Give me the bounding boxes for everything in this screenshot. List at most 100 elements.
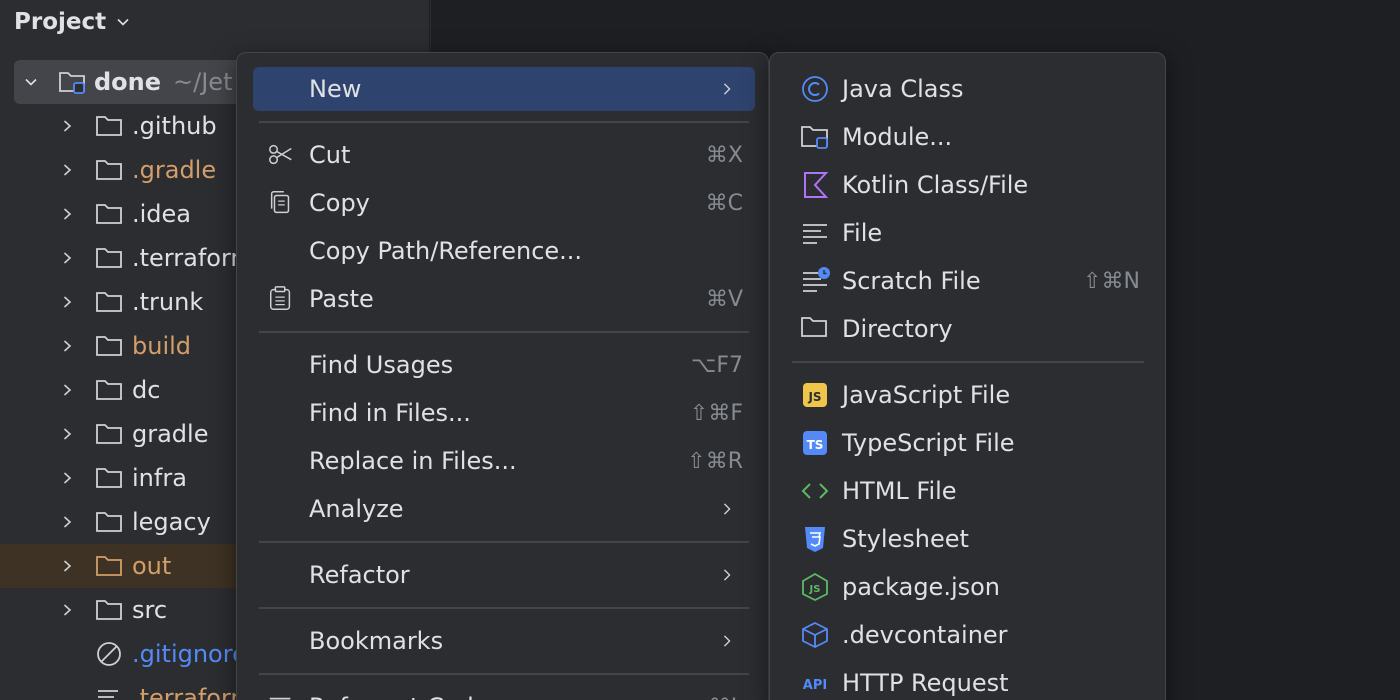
menu-item-label: Reformat Code [309, 693, 489, 700]
submenu-item-label: package.json [842, 573, 1001, 601]
menu-item-find-usages[interactable]: Find Usages ⌥F7 [253, 343, 755, 387]
tree-row-label: build [132, 332, 192, 360]
menu-item-replace-in-files[interactable]: Replace in Files... ⇧⌘R [253, 439, 755, 483]
menu-item-paste[interactable]: Paste ⌘V [253, 277, 755, 321]
reformat-icon [269, 697, 291, 700]
nodejs-icon: JS [802, 572, 828, 602]
menu-item-shortcut: ⌥F7 [690, 352, 743, 378]
ignored-file-icon [97, 642, 121, 666]
submenu-item-typescript-file[interactable]: TS TypeScript File [786, 421, 1152, 465]
chevron-right-icon[interactable] [60, 471, 74, 485]
text-file-icon [98, 690, 118, 698]
submenu-item-stylesheet[interactable]: Stylesheet [786, 517, 1152, 561]
submenu-item-file[interactable]: File [786, 211, 1152, 255]
submenu-item-http-request[interactable]: API HTTP Request [786, 661, 1152, 700]
menu-item-copy[interactable]: Copy ⌘C [253, 181, 755, 225]
http-request-icon: API [803, 678, 827, 693]
menu-item-label: Refactor [309, 561, 410, 589]
menu-item-shortcut: ⇧⌘F [689, 400, 743, 426]
menu-item-new[interactable]: New [253, 67, 755, 111]
root-path: ~/Jet [173, 68, 233, 96]
menu-item-bookmarks[interactable]: Bookmarks [253, 619, 755, 663]
submenu-item-directory[interactable]: Directory [786, 307, 1152, 351]
chevron-right-icon[interactable] [60, 119, 74, 133]
chevron-right-icon[interactable] [60, 251, 74, 265]
module-folder-icon [59, 72, 85, 94]
submenu-item-scratch-file[interactable]: Scratch File ⇧⌘N [786, 259, 1152, 303]
menu-item-label: Analyze [309, 495, 404, 523]
menu-item-label: Find Usages [309, 351, 454, 379]
submenu-item-label: HTML File [842, 477, 957, 505]
chevron-right-icon[interactable] [60, 515, 74, 529]
project-panel-header[interactable]: Project [14, 6, 130, 38]
folder-icon [96, 248, 122, 268]
chevron-right-icon[interactable] [60, 339, 74, 353]
scratch-file-icon [803, 267, 830, 292]
submenu-separator [792, 361, 1144, 363]
chevron-right-icon[interactable] [60, 383, 74, 397]
folder-icon [96, 292, 122, 312]
svg-text:JS: JS [807, 390, 821, 404]
paste-icon [269, 286, 291, 311]
submenu-item-html-file[interactable]: HTML File [786, 469, 1152, 513]
chevron-right-icon [723, 635, 731, 647]
menu-item-label: Copy [309, 189, 370, 217]
tree-row-label: .idea [132, 200, 192, 228]
context-menu: New Cut ⌘X Copy ⌘C Copy Path/Reference... Past… [236, 52, 769, 700]
menu-item-label: New [309, 75, 362, 103]
folder-icon [801, 317, 827, 337]
project-panel-title: Project [14, 9, 107, 35]
submenu-item-kotlin-class-file[interactable]: Kotlin Class/File [786, 163, 1152, 207]
svg-text:JS: JS [809, 584, 821, 595]
chevron-right-icon[interactable] [60, 427, 74, 441]
menu-item-label: Replace in Files... [309, 447, 517, 475]
tree-row-label: dc [132, 376, 161, 404]
menu-item-shortcut: ⌘V [705, 286, 743, 312]
chevron-right-icon[interactable] [60, 163, 74, 177]
submenu-item-label: Scratch File [842, 267, 981, 295]
folder-icon [96, 160, 122, 180]
menu-separator [259, 331, 749, 333]
menu-item-label: Copy Path/Reference... [309, 237, 583, 265]
css-icon [805, 527, 825, 552]
tree-row-label: gradle [132, 420, 209, 448]
submenu-item-package-json[interactable]: JS package.json [786, 565, 1152, 609]
submenu-item-label: JavaScript File [842, 381, 1011, 409]
submenu-item-java-class[interactable]: Java Class [786, 67, 1152, 111]
folder-icon [96, 600, 122, 620]
menu-item-reformat-code[interactable]: Reformat Code ⌥⌘L [253, 685, 755, 700]
submenu-item-module[interactable]: Module... [786, 115, 1152, 159]
tree-row-label: .trunk [132, 288, 204, 316]
chevron-right-icon[interactable] [60, 207, 74, 221]
menu-item-label: Paste [309, 285, 374, 313]
folder-icon [96, 424, 122, 444]
menu-item-refactor[interactable]: Refactor [253, 553, 755, 597]
menu-item-cut[interactable]: Cut ⌘X [253, 133, 755, 177]
menu-item-shortcut: ⇧⌘R [687, 448, 743, 474]
new-submenu: Java Class Module... Kotlin Class/File File… [769, 52, 1166, 700]
menu-item-copy-path-reference[interactable]: Copy Path/Reference... [253, 229, 755, 273]
chevron-right-icon[interactable] [60, 603, 74, 617]
submenu-item-label: Kotlin Class/File [842, 171, 1029, 199]
chevron-right-icon[interactable] [60, 295, 74, 309]
menu-item-analyze[interactable]: Analyze [253, 487, 755, 531]
submenu-item-label: TypeScript File [842, 429, 1015, 457]
folder-icon [96, 512, 122, 532]
chevron-right-icon [723, 83, 731, 95]
root-name: done [94, 68, 162, 96]
chevron-right-icon[interactable] [60, 559, 74, 573]
devcontainer-icon [802, 621, 828, 649]
folder-icon [96, 116, 122, 136]
submenu-item-javascript-file[interactable]: JS JavaScript File [786, 373, 1152, 417]
chevron-down-icon[interactable] [24, 75, 38, 89]
submenu-item-label: Stylesheet [842, 525, 969, 553]
folder-icon [96, 380, 122, 400]
menu-separator [259, 541, 749, 543]
copy-icon [270, 191, 290, 214]
menu-item-find-in-files[interactable]: Find in Files... ⇧⌘F [253, 391, 755, 435]
file-icon [803, 224, 827, 244]
scissors-icon [269, 144, 292, 165]
folder-icon [96, 468, 122, 488]
submenu-item-devcontainer[interactable]: .devcontainer [786, 613, 1152, 657]
submenu-item-label: Java Class [842, 75, 964, 103]
